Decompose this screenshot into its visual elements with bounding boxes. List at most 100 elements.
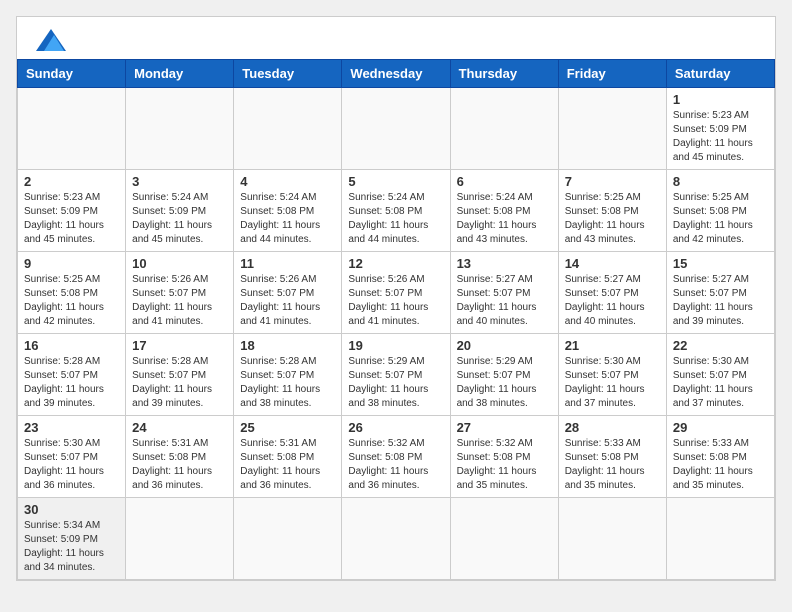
day-info: Sunrise: 5:30 AM Sunset: 5:07 PM Dayligh… (673, 355, 768, 411)
day-number: 29 (673, 420, 768, 435)
day-number: 22 (673, 338, 768, 353)
calendar-cell: 18 Sunrise: 5:28 AM Sunset: 5:07 PM Dayli… (234, 334, 342, 416)
weekday-header-row: SundayMondayTuesdayWednesdayThursdayFrid… (18, 60, 775, 88)
calendar-cell: 27Sunrise: 5:32 AM Sunset: 5:08 PM Dayli… (450, 416, 558, 498)
day-number: 7 (565, 174, 660, 189)
day-info: Sunrise: 5:25 AM Sunset: 5:08 PM Dayligh… (24, 273, 119, 329)
calendar-cell (126, 498, 234, 580)
day-info: Sunrise: 5:25 AM Sunset: 5:08 PM Dayligh… (565, 191, 660, 247)
day-number: 14 (565, 256, 660, 271)
calendar-cell: 1Sunrise: 5:23 AM Sunset: 5:09 PM Daylig… (666, 88, 774, 170)
day-info: Sunrise: 5:26 AM Sunset: 5:07 PM Dayligh… (240, 273, 335, 329)
calendar-cell: 23 Sunrise: 5:30 AM Sunset: 5:07 PM Dayli… (18, 416, 126, 498)
day-number: 12 (348, 256, 443, 271)
day-info: Sunrise: 5:24 AM Sunset: 5:08 PM Dayligh… (348, 191, 443, 247)
calendar-cell (450, 88, 558, 170)
day-info: Sunrise: 5:27 AM Sunset: 5:07 PM Dayligh… (565, 273, 660, 329)
day-info: Sunrise: 5:30 AM Sunset: 5:07 PM Dayligh… (24, 437, 119, 493)
weekday-header-saturday: Saturday (666, 60, 774, 88)
day-info: Sunrise: 5:32 AM Sunset: 5:08 PM Dayligh… (348, 437, 443, 493)
calendar-cell: 20 Sunrise: 5:29 AM Sunset: 5:07 PM Dayli… (450, 334, 558, 416)
calendar-week-row: 30Sunrise: 5:34 AM Sunset: 5:09 PM Dayli… (18, 498, 775, 580)
day-number: 15 (673, 256, 768, 271)
calendar-week-row: 16 Sunrise: 5:28 AM Sunset: 5:07 PM Dayli… (18, 334, 775, 416)
day-info: Sunrise: 5:26 AM Sunset: 5:07 PM Dayligh… (348, 273, 443, 329)
logo-icon (36, 29, 66, 51)
calendar-cell: 14 Sunrise: 5:27 AM Sunset: 5:07 PM Dayli… (558, 252, 666, 334)
day-number: 4 (240, 174, 335, 189)
day-info: Sunrise: 5:29 AM Sunset: 5:07 PM Dayligh… (457, 355, 552, 411)
day-info: Sunrise: 5:25 AM Sunset: 5:08 PM Dayligh… (673, 191, 768, 247)
calendar-cell: 28 Sunrise: 5:33 AM Sunset: 5:08 PM Dayli… (558, 416, 666, 498)
day-number: 25 (240, 420, 335, 435)
day-info: Sunrise: 5:28 AM Sunset: 5:07 PM Dayligh… (240, 355, 335, 411)
calendar-cell (558, 88, 666, 170)
calendar-cell: 29 Sunrise: 5:33 AM Sunset: 5:08 PM Dayli… (666, 416, 774, 498)
day-info: Sunrise: 5:27 AM Sunset: 5:07 PM Dayligh… (673, 273, 768, 329)
calendar-page: SundayMondayTuesdayWednesdayThursdayFrid… (16, 16, 776, 581)
calendar-week-row: 1Sunrise: 5:23 AM Sunset: 5:09 PM Daylig… (18, 88, 775, 170)
calendar-cell: 8 Sunrise: 5:25 AM Sunset: 5:08 PM Daylig… (666, 170, 774, 252)
day-number: 8 (673, 174, 768, 189)
day-info: Sunrise: 5:29 AM Sunset: 5:07 PM Dayligh… (348, 355, 443, 411)
day-info: Sunrise: 5:33 AM Sunset: 5:08 PM Dayligh… (565, 437, 660, 493)
calendar-week-row: 23 Sunrise: 5:30 AM Sunset: 5:07 PM Dayli… (18, 416, 775, 498)
day-info: Sunrise: 5:24 AM Sunset: 5:08 PM Dayligh… (457, 191, 552, 247)
calendar-cell: 2 Sunrise: 5:23 AM Sunset: 5:09 PM Daylig… (18, 170, 126, 252)
day-number: 2 (24, 174, 119, 189)
calendar-cell (558, 498, 666, 580)
day-number: 5 (348, 174, 443, 189)
day-number: 6 (457, 174, 552, 189)
day-number: 19 (348, 338, 443, 353)
day-number: 20 (457, 338, 552, 353)
day-number: 1 (673, 92, 768, 107)
page-header (17, 17, 775, 59)
calendar-cell (18, 88, 126, 170)
calendar-cell: 22 Sunrise: 5:30 AM Sunset: 5:07 PM Dayli… (666, 334, 774, 416)
day-number: 24 (132, 420, 227, 435)
logo (33, 29, 66, 51)
day-number: 10 (132, 256, 227, 271)
day-number: 23 (24, 420, 119, 435)
day-number: 18 (240, 338, 335, 353)
calendar-cell: 24 Sunrise: 5:31 AM Sunset: 5:08 PM Dayli… (126, 416, 234, 498)
weekday-header-sunday: Sunday (18, 60, 126, 88)
day-info: Sunrise: 5:28 AM Sunset: 5:07 PM Dayligh… (132, 355, 227, 411)
calendar-cell: 6 Sunrise: 5:24 AM Sunset: 5:08 PM Daylig… (450, 170, 558, 252)
day-info: Sunrise: 5:26 AM Sunset: 5:07 PM Dayligh… (132, 273, 227, 329)
day-number: 9 (24, 256, 119, 271)
calendar-cell: 12 Sunrise: 5:26 AM Sunset: 5:07 PM Dayli… (342, 252, 450, 334)
day-info: Sunrise: 5:31 AM Sunset: 5:08 PM Dayligh… (132, 437, 227, 493)
calendar-cell: 16 Sunrise: 5:28 AM Sunset: 5:07 PM Dayli… (18, 334, 126, 416)
weekday-header-thursday: Thursday (450, 60, 558, 88)
calendar-table: SundayMondayTuesdayWednesdayThursdayFrid… (17, 59, 775, 580)
day-number: 16 (24, 338, 119, 353)
day-number: 11 (240, 256, 335, 271)
day-number: 13 (457, 256, 552, 271)
day-info: Sunrise: 5:33 AM Sunset: 5:08 PM Dayligh… (673, 437, 768, 493)
weekday-header-friday: Friday (558, 60, 666, 88)
day-number: 21 (565, 338, 660, 353)
calendar-cell: 13Sunrise: 5:27 AM Sunset: 5:07 PM Dayli… (450, 252, 558, 334)
calendar-cell (450, 498, 558, 580)
day-number: 26 (348, 420, 443, 435)
day-info: Sunrise: 5:24 AM Sunset: 5:09 PM Dayligh… (132, 191, 227, 247)
day-number: 30 (24, 502, 119, 517)
day-info: Sunrise: 5:28 AM Sunset: 5:07 PM Dayligh… (24, 355, 119, 411)
calendar-cell: 26 Sunrise: 5:32 AM Sunset: 5:08 PM Dayli… (342, 416, 450, 498)
day-info: Sunrise: 5:23 AM Sunset: 5:09 PM Dayligh… (24, 191, 119, 247)
calendar-cell (126, 88, 234, 170)
calendar-cell: 3Sunrise: 5:24 AM Sunset: 5:09 PM Daylig… (126, 170, 234, 252)
calendar-cell: 19 Sunrise: 5:29 AM Sunset: 5:07 PM Dayli… (342, 334, 450, 416)
calendar-cell: 10 Sunrise: 5:26 AM Sunset: 5:07 PM Dayli… (126, 252, 234, 334)
day-info: Sunrise: 5:30 AM Sunset: 5:07 PM Dayligh… (565, 355, 660, 411)
calendar-cell (666, 498, 774, 580)
calendar-cell: 25Sunrise: 5:31 AM Sunset: 5:08 PM Dayli… (234, 416, 342, 498)
day-number: 28 (565, 420, 660, 435)
calendar-cell: 9 Sunrise: 5:25 AM Sunset: 5:08 PM Daylig… (18, 252, 126, 334)
calendar-cell (234, 498, 342, 580)
calendar-week-row: 2 Sunrise: 5:23 AM Sunset: 5:09 PM Daylig… (18, 170, 775, 252)
day-info: Sunrise: 5:32 AM Sunset: 5:08 PM Dayligh… (457, 437, 552, 493)
calendar-cell: 11 Sunrise: 5:26 AM Sunset: 5:07 PM Dayli… (234, 252, 342, 334)
calendar-cell: 17Sunrise: 5:28 AM Sunset: 5:07 PM Dayli… (126, 334, 234, 416)
